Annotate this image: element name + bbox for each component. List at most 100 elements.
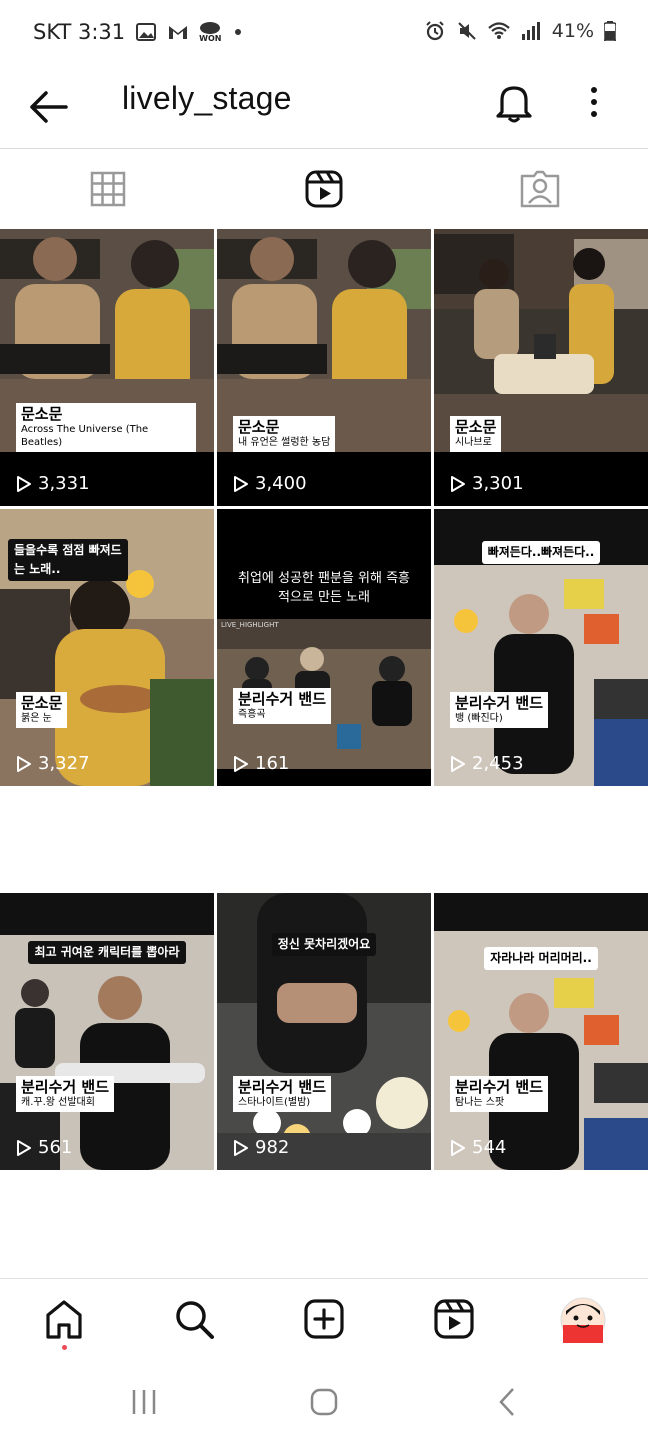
play-icon — [234, 755, 248, 772]
reel-subtitle: 스타나이트(별밤) — [238, 1097, 311, 1108]
reel-subtitle: 캐.꾸.왕 선발대회 — [21, 1097, 95, 1108]
reel-subtitle: 뱅 (빠진다) — [455, 713, 503, 724]
reel-tile-6[interactable]: 빠져든다..빠져든다.. 분리수거 밴드 뱅 (빠진다) 2,453 — [434, 509, 648, 786]
system-back-icon[interactable] — [488, 1382, 528, 1422]
reel-caption-text: 최고 귀여운 캐릭터를 뽑아라 — [28, 941, 186, 964]
tab-tagged[interactable] — [432, 150, 648, 228]
reel-views: 3,301 — [450, 473, 524, 494]
reel-title-box: 문소문 내 유언은 썰렁한 농담 — [233, 416, 336, 452]
recent-apps-icon[interactable] — [124, 1382, 164, 1422]
carrier-time: SKT 3:31 — [33, 20, 126, 44]
reel-tile-7[interactable]: 최고 귀여운 캐릭터를 뽑아라 분리수거 밴드 캐.꾸.왕 선발대회 561 — [0, 893, 214, 1170]
play-icon — [234, 1139, 248, 1156]
nav-home[interactable] — [42, 1297, 86, 1350]
tab-underline — [216, 224, 432, 226]
chat-bubble-icon — [200, 22, 221, 34]
reels-icon — [434, 1299, 474, 1339]
nav-create[interactable] — [302, 1297, 346, 1341]
reel-tile-2[interactable]: 문소문 내 유언은 썰렁한 농담 3,400 — [217, 229, 431, 506]
reel-subtitle: 붉은 눈 — [21, 713, 52, 724]
reel-title: 분리수거 밴드 — [238, 1078, 327, 1096]
nav-search[interactable] — [172, 1297, 216, 1341]
reel-title: 분리수거 밴드 — [455, 1078, 544, 1096]
reel-subtitle: 시나브로 — [455, 437, 492, 448]
reel-subtitle: 탐나는 스팟 — [455, 1097, 505, 1108]
reel-tile-8[interactable]: 정신 못차리겠어요 분리수거 밴드 스타나이트(별밤) 982 — [217, 893, 431, 1170]
more-notifications-dot — [235, 29, 242, 35]
reel-title-box: 분리수거 밴드 탐나는 스팟 — [450, 1076, 549, 1112]
reel-thumbnail — [434, 893, 648, 1170]
reel-thumbnail — [0, 893, 214, 1170]
play-icon — [17, 475, 31, 492]
reel-views: 2,453 — [450, 753, 524, 774]
reel-subtitle: 내 유언은 썰렁한 농담 — [238, 437, 331, 448]
reel-tile-4[interactable]: 들을수록 점점 빠져드는 노래.. 문소문 붉은 눈 3,327 — [0, 509, 214, 786]
play-icon — [451, 475, 465, 492]
reel-title-box: 문소문 붉은 눈 — [16, 692, 68, 728]
profile-username: lively_stage — [122, 80, 292, 116]
reel-views: 982 — [233, 1137, 289, 1158]
reel-views: 3,331 — [16, 473, 90, 494]
reel-view-count: 3,327 — [38, 753, 90, 774]
reel-views: 544 — [450, 1137, 506, 1158]
reel-view-count: 3,400 — [255, 473, 307, 494]
live-highlight-watermark: LIVE_HIGHLIGHT — [221, 621, 279, 629]
reel-title-box: 분리수거 밴드 스타나이트(별밤) — [233, 1076, 332, 1112]
status-left: SKT 3:31 WON — [33, 20, 242, 44]
wifi-icon — [488, 22, 510, 39]
reel-title-box: 문소문 Across The Universe (The Beatles) — [16, 403, 196, 452]
reel-view-count: 982 — [255, 1137, 290, 1158]
reel-caption-text: 취업에 성공한 팬분을 위해 즉흥적으로 만든 노래 — [237, 571, 410, 605]
mute-icon — [458, 22, 476, 40]
status-right: 41% — [424, 20, 616, 42]
home-button-icon[interactable] — [304, 1382, 344, 1422]
reel-subtitle: 즉흥곡 — [238, 709, 266, 720]
header-divider — [0, 148, 648, 149]
nav-profile[interactable] — [560, 1297, 606, 1343]
play-icon — [451, 1139, 465, 1156]
reel-caption-text: 정신 못차리겠어요 — [271, 933, 377, 956]
plus-square-icon — [304, 1299, 344, 1339]
back-arrow-icon[interactable] — [26, 84, 72, 130]
tab-reels[interactable] — [216, 150, 432, 228]
reel-views: 161 — [233, 753, 289, 774]
reel-title-box: 분리수거 밴드 즉흥곡 — [233, 688, 332, 724]
reel-title: 분리수거 밴드 — [455, 694, 544, 712]
play-icon — [451, 755, 465, 772]
reel-caption: 들을수록 점점 빠져드는 노래.. — [8, 539, 128, 581]
reel-tile-9[interactable]: 자라나라 머리머리.. 분리수거 밴드 탐나는 스팟 544 — [434, 893, 648, 1170]
won-badge: WON — [199, 21, 221, 43]
play-icon — [234, 475, 248, 492]
reel-tile-5[interactable]: 취업에 성공한 팬분을 위해 즉흥적으로 만든 노래 LIVE_HIGHLIGH… — [217, 509, 431, 786]
avatar — [560, 1297, 606, 1343]
reel-subtitle: Across The Universe (The Beatles) — [21, 424, 149, 448]
nav-reels[interactable] — [432, 1297, 476, 1341]
reels-grid: 문소문 Across The Universe (The Beatles) 3,… — [0, 229, 648, 1277]
bottom-nav — [0, 1278, 648, 1361]
reel-views: 3,400 — [233, 473, 307, 494]
reel-caption-text: 들을수록 점점 빠져드는 노래.. — [8, 539, 128, 581]
play-icon — [17, 755, 31, 772]
reel-tile-1[interactable]: 문소문 Across The Universe (The Beatles) 3,… — [0, 229, 214, 506]
reel-view-count: 561 — [38, 1137, 73, 1158]
profile-header: lively_stage — [0, 70, 648, 150]
reel-view-count: 3,301 — [472, 473, 524, 494]
reel-caption: 취업에 성공한 팬분을 위해 즉흥적으로 만든 노래 — [217, 569, 431, 607]
reel-title: 분리수거 밴드 — [21, 1078, 110, 1096]
more-vertical-icon[interactable] — [582, 82, 606, 122]
reel-title: 분리수거 밴드 — [238, 690, 327, 708]
gallery-icon — [136, 23, 157, 41]
reel-caption-text: 자라나라 머리머리.. — [484, 947, 598, 970]
reel-tile-3[interactable]: 문소문 시나브로 3,301 — [434, 229, 648, 506]
reel-view-count: 544 — [472, 1137, 507, 1158]
reel-views: 3,327 — [16, 753, 90, 774]
reel-caption-text: 빠져든다..빠져든다.. — [481, 541, 601, 564]
reel-title-box: 분리수거 밴드 캐.꾸.왕 선발대회 — [16, 1076, 115, 1112]
tab-grid[interactable] — [0, 150, 216, 228]
bell-icon[interactable] — [494, 80, 534, 124]
notification-dot — [62, 1345, 67, 1350]
reel-views: 561 — [16, 1137, 72, 1158]
reel-view-count: 161 — [255, 753, 290, 774]
battery-icon — [604, 21, 616, 41]
battery-percent: 41% — [551, 20, 594, 42]
